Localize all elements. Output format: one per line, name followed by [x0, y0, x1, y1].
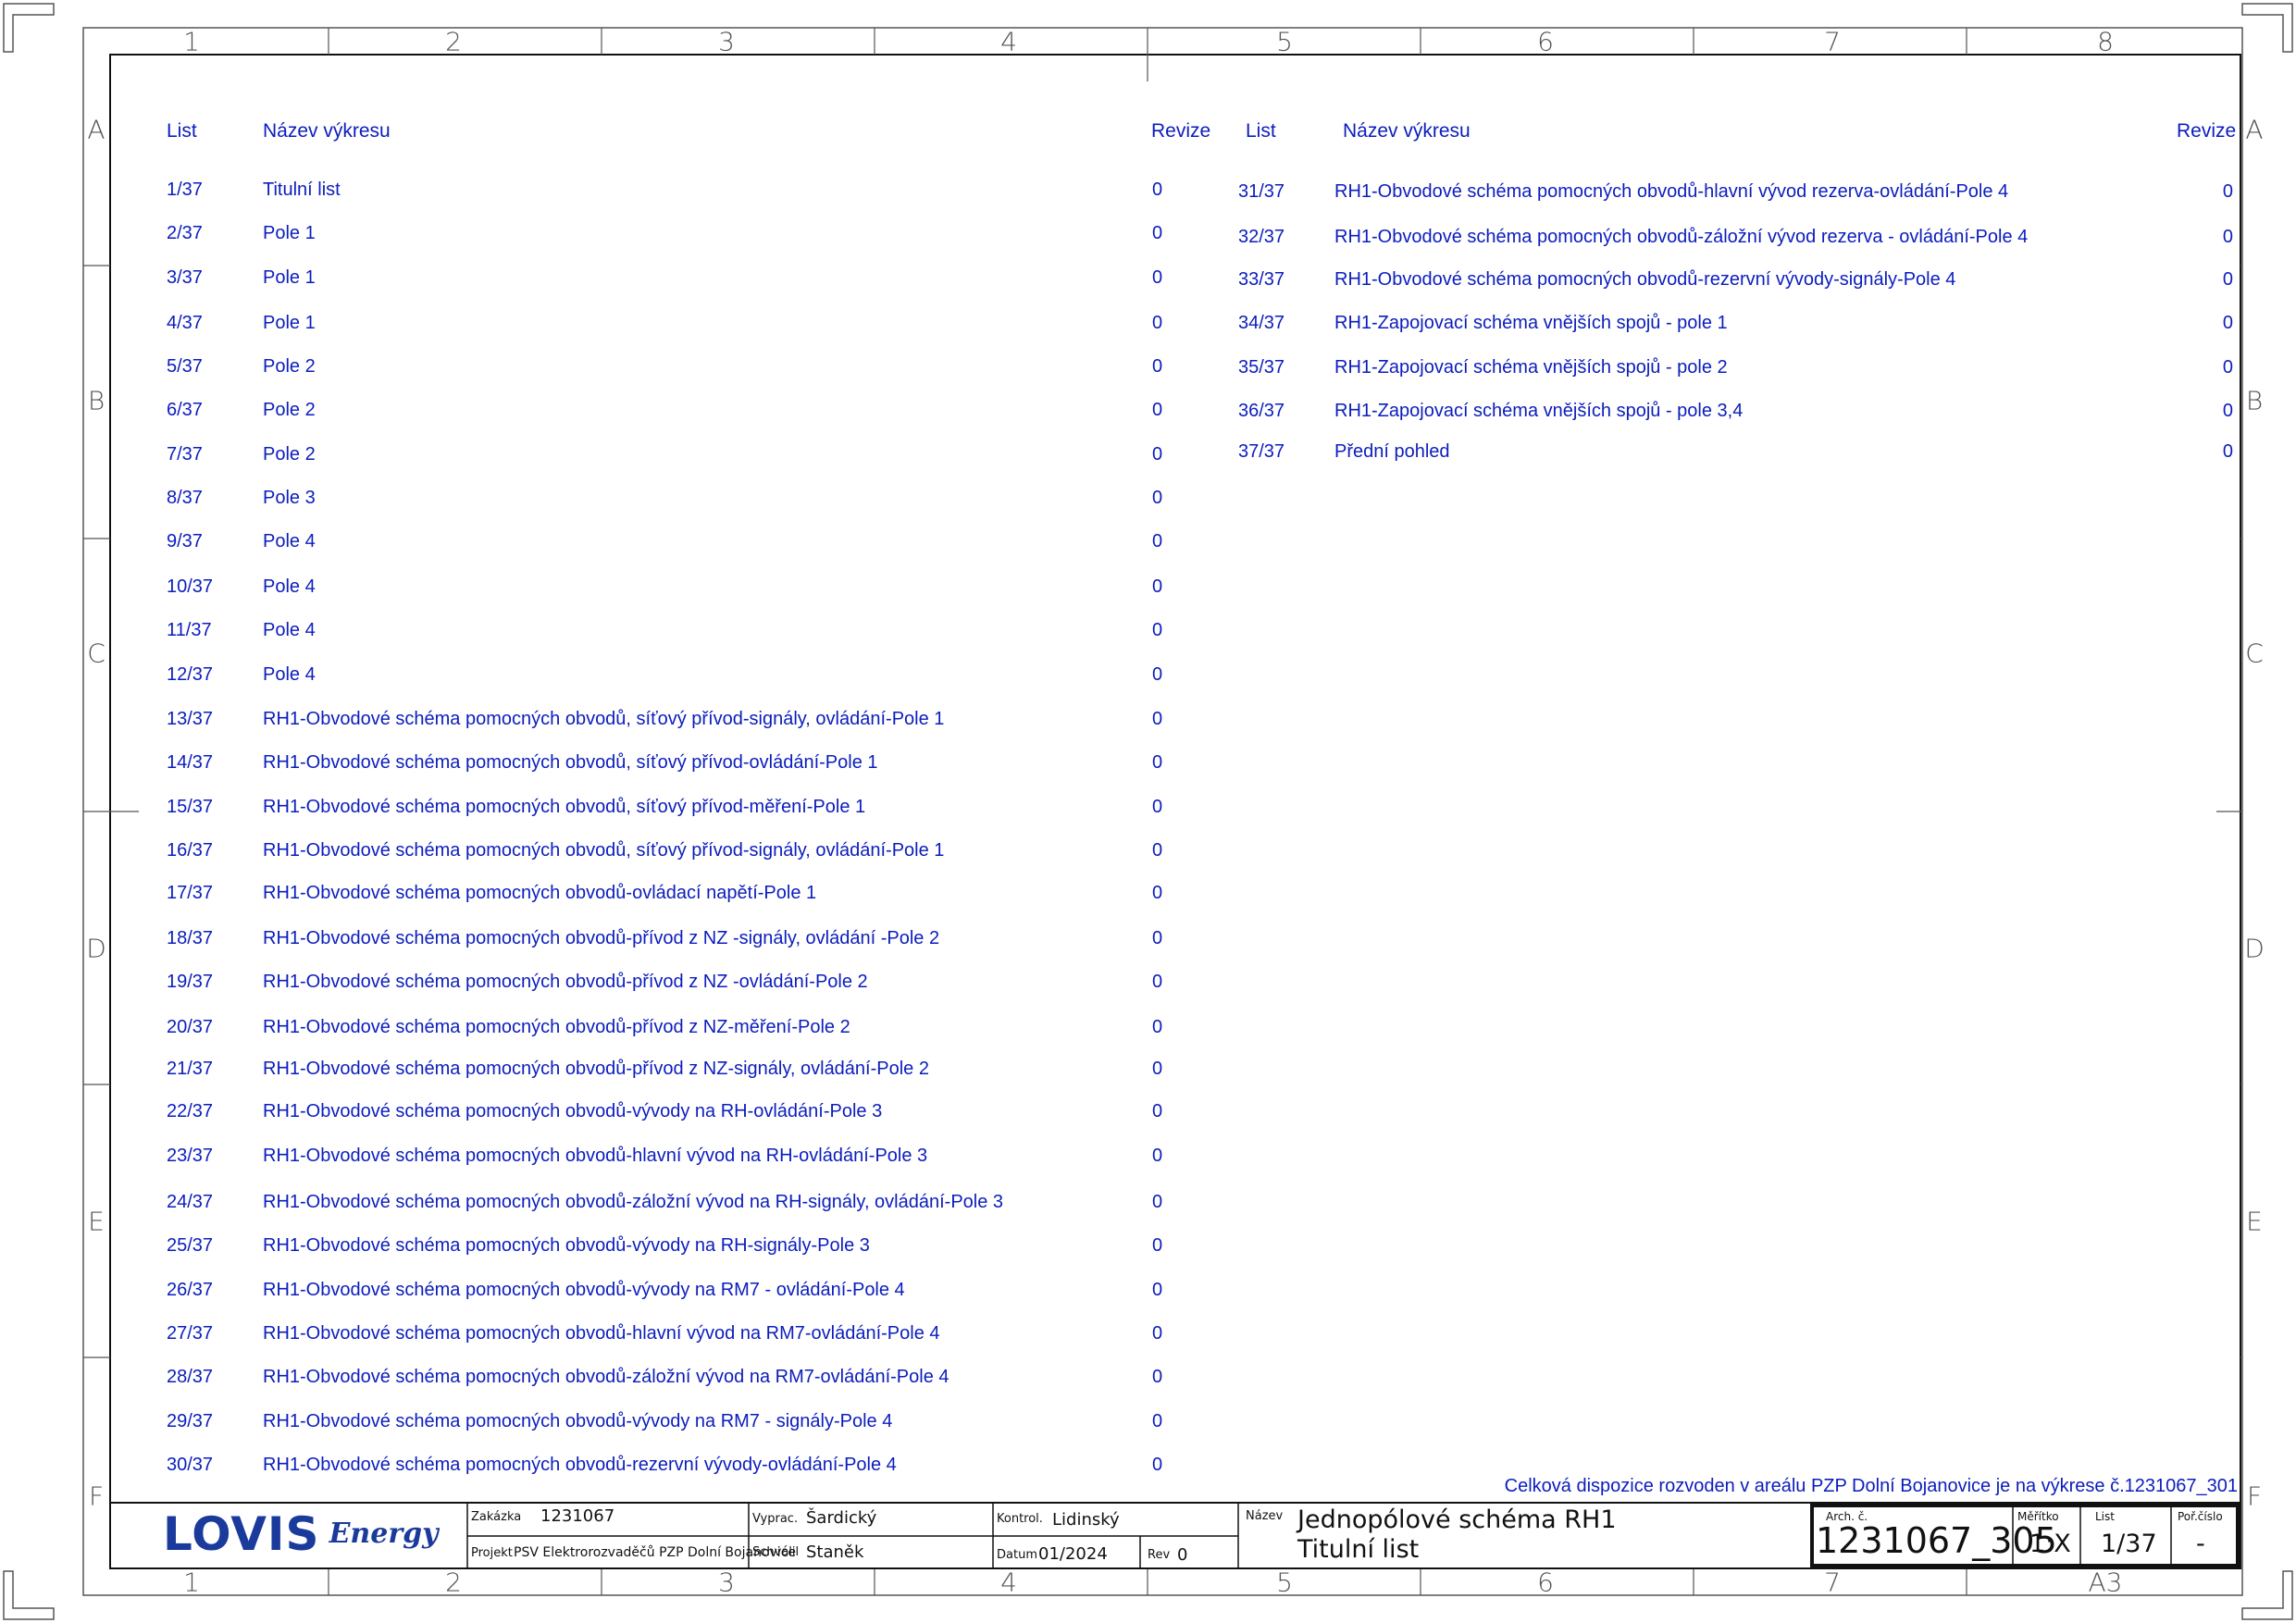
- logo-main: LOVIS: [163, 1507, 320, 1561]
- list-label: List: [2095, 1510, 2115, 1523]
- kontrol-value: Lidinský: [1052, 1510, 1120, 1530]
- meritko-value: 1:X: [2029, 1530, 2071, 1558]
- nazev-label: Název: [1246, 1509, 1284, 1523]
- logo-sub: Energy: [329, 1518, 439, 1550]
- zakazka-label: Zakázka: [471, 1510, 522, 1524]
- list-value: 1/37: [2101, 1530, 2157, 1558]
- schvalil-value: Staněk: [806, 1542, 864, 1562]
- vyprac-label: Vyprac.: [752, 1512, 799, 1526]
- vyprac-value: Šardický: [806, 1508, 877, 1528]
- porcislo-label: Poř.číslo: [2178, 1510, 2223, 1523]
- porcislo-value: -: [2196, 1530, 2205, 1558]
- company-logo: LOVIS Energy: [163, 1506, 439, 1562]
- rev-label: Rev: [1148, 1548, 1171, 1562]
- zakazka-value: 1231067: [540, 1506, 615, 1526]
- schvalil-label: Schválil: [752, 1545, 800, 1559]
- nazev-line1: Jednopólové schéma RH1: [1297, 1505, 1617, 1534]
- title-block-grid: [109, 1502, 2241, 1569]
- nazev-line2: Titulní list: [1297, 1535, 1420, 1564]
- rev-value: 0: [1177, 1545, 1188, 1565]
- meritko-label: Měřítko: [2017, 1510, 2059, 1523]
- kontrol-label: Kontrol.: [997, 1512, 1043, 1526]
- datum-label: Datum: [997, 1548, 1037, 1562]
- arch-value: 1231067_305: [1816, 1520, 2057, 1561]
- projekt-label: Projekt: [471, 1546, 513, 1560]
- datum-value: 01/2024: [1038, 1544, 1108, 1564]
